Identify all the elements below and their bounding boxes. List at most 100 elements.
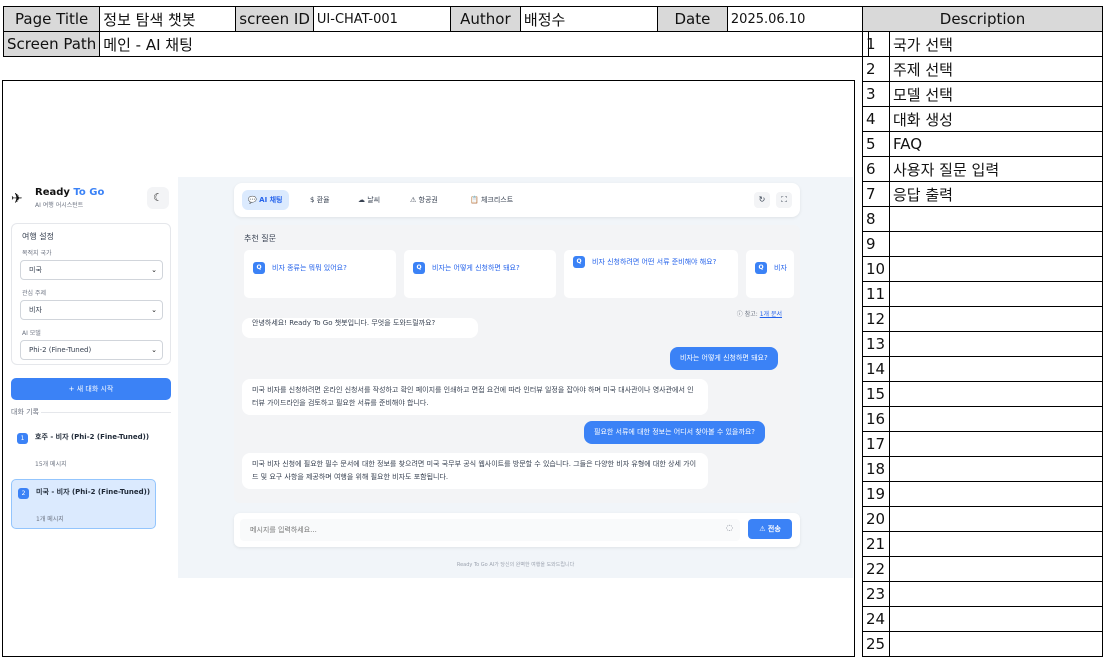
send-icon: ⚠ xyxy=(759,525,766,533)
chat-icon: 💬 xyxy=(248,196,257,204)
description-text: 응답 출력 xyxy=(889,181,1103,207)
recommend-card[interactable]: Q 비자는 어떻게 신청하면 돼요? xyxy=(404,250,556,298)
app-screenshot: ✈ Ready To Go AI 여행 어시스턴트 ☾ 여행 설정 목적지 국가… xyxy=(3,177,853,578)
user-message: 비자는 어떻게 신청하면 돼요? xyxy=(670,347,778,370)
settings-card: 여행 설정 목적지 국가 미국 ⌄ 관심 주제 비자 ⌄ AI 모델 Phi-2… xyxy=(11,223,171,365)
description-text xyxy=(889,331,1103,357)
description-text xyxy=(889,381,1103,407)
send-button[interactable]: ⚠ 전송 xyxy=(748,519,792,539)
description-number: 17 xyxy=(862,431,890,457)
settings-title: 여행 설정 xyxy=(22,232,54,241)
history-item[interactable]: 1 호주 - 비자 (Phi-2 (Fine-Tuned)) 15개 메시지 xyxy=(11,425,156,471)
description-number: 4 xyxy=(862,106,890,132)
description-text xyxy=(889,556,1103,582)
question-badge: Q xyxy=(253,262,265,274)
recommend-card[interactable]: Q 비자 신청하려면 어떤 서류 준비해야 해요? xyxy=(564,250,738,298)
page-title-label: Page Title xyxy=(2,6,101,32)
airplane-icon: ✈ xyxy=(11,191,23,207)
new-chat-button[interactable]: + 새 대화 시작 xyxy=(11,378,171,400)
tab-checklist[interactable]: 📋 체크리스트 xyxy=(464,190,519,210)
header-table: Page Title 정보 탐색 챗봇 screen ID UI-CHAT-00… xyxy=(2,6,869,57)
description-number: 8 xyxy=(862,206,890,232)
description-number: 15 xyxy=(862,381,890,407)
description-row: 20 xyxy=(862,506,1103,532)
model-select[interactable]: Phi-2 (Fine-Tuned) ⌄ xyxy=(20,340,163,360)
question-badge: Q xyxy=(573,256,585,268)
description-number: 19 xyxy=(862,481,890,507)
topic-label: 관심 주제 xyxy=(22,290,46,297)
tab-ai-chat[interactable]: 💬 AI 채팅 xyxy=(242,190,289,210)
tab-exchange[interactable]: $ 환율 xyxy=(304,190,336,210)
clipboard-icon: 📋 xyxy=(470,196,479,204)
history-item-count: 15개 메시지 xyxy=(35,461,67,468)
chevron-down-icon: ⌄ xyxy=(151,266,157,274)
history-badge: 1 xyxy=(17,433,28,444)
description-row: 11 xyxy=(862,281,1103,307)
description-number: 21 xyxy=(862,531,890,557)
description-row: 22 xyxy=(862,556,1103,582)
tab-flight[interactable]: ⚠ 항공권 xyxy=(404,190,444,210)
description-text xyxy=(889,506,1103,532)
description-row: 15 xyxy=(862,381,1103,407)
date-label: Date xyxy=(656,6,728,32)
description-row: 7 응답 출력 xyxy=(862,181,1103,207)
description-row: 5 FAQ xyxy=(862,131,1103,157)
recommend-card[interactable]: Q 비자 종류는 뭐뭐 있어요? xyxy=(244,250,396,298)
description-row: 9 xyxy=(862,231,1103,257)
history-title: 대화 기록 xyxy=(11,408,39,416)
fullscreen-button[interactable]: ⛶ xyxy=(776,192,792,208)
screen-id-label: screen ID xyxy=(235,6,314,32)
refresh-button[interactable]: ↻ xyxy=(754,192,770,208)
screen-frame: ✈ Ready To Go AI 여행 어시스턴트 ☾ 여행 설정 목적지 국가… xyxy=(2,80,855,657)
description-row: 17 xyxy=(862,431,1103,457)
description-row: 4 대화 생성 xyxy=(862,106,1103,132)
description-text: 대화 생성 xyxy=(889,106,1103,132)
description-text xyxy=(889,481,1103,507)
footer-text: Ready To Go AI가 당신의 완벽한 여행을 도와드립니다 xyxy=(456,562,575,568)
description-number: 9 xyxy=(862,231,890,257)
question-badge: Q xyxy=(413,262,425,274)
description-text xyxy=(889,456,1103,482)
description-number: 6 xyxy=(862,156,890,182)
description-row: 18 xyxy=(862,456,1103,482)
description-table: Description 1 국가 선택 2 주제 선택 3 모델 선택 4 대화 생성 5 FAQ… xyxy=(862,6,1103,657)
screen-path-label: Screen Path xyxy=(2,31,101,57)
description-row: 25 xyxy=(862,631,1103,657)
author-label: Author xyxy=(449,6,521,32)
description-row: 1 국가 선택 xyxy=(862,31,1103,57)
history-item-name: 미국 - 비자 (Phi-2 (Fine-Tuned)) xyxy=(36,488,151,496)
bot-message: 미국 비자 신청에 필요한 필수 문서에 대한 정보를 찾으려면 미국 국무부 … xyxy=(242,453,708,489)
plane-icon: ⚠ xyxy=(410,196,417,204)
description-number: 16 xyxy=(862,406,890,432)
sidebar: ✈ Ready To Go AI 여행 어시스턴트 ☾ 여행 설정 목적지 국가… xyxy=(3,177,177,578)
tab-weather[interactable]: ☁ 날씨 xyxy=(352,190,386,210)
description-row: 24 xyxy=(862,606,1103,632)
description-number: 13 xyxy=(862,331,890,357)
description-row: 23 xyxy=(862,581,1103,607)
reference-link[interactable]: 1개 문서 xyxy=(760,311,782,318)
chevron-down-icon: ⌄ xyxy=(151,346,157,354)
recommend-text: 비자 종류는 뭐뭐 있어요? xyxy=(272,264,347,272)
description-number: 3 xyxy=(862,81,890,107)
dark-mode-toggle[interactable]: ☾ xyxy=(147,187,169,209)
country-select-value: 미국 xyxy=(29,266,42,274)
topic-select[interactable]: 비자 ⌄ xyxy=(20,300,163,320)
chat-area: 추천 질문 Q 비자 종류는 뭐뭐 있어요? Q 비자는 어떻게 신청하면 돼요… xyxy=(234,225,800,503)
description-number: 23 xyxy=(862,581,890,607)
main-panel: 💬 AI 채팅 $ 환율 ☁ 날씨 ⚠ 항공권 📋 체크리스트 ↻ ⛶ 추천 질… xyxy=(178,177,853,578)
description-text xyxy=(889,606,1103,632)
history-item-active[interactable]: 2 미국 - 비자 (Phi-2 (Fine-Tuned)) 1개 메시지 xyxy=(11,479,156,529)
question-badge: Q xyxy=(755,262,767,274)
description-number: 24 xyxy=(862,606,890,632)
description-text xyxy=(889,356,1103,382)
recommend-card[interactable]: Q 비자 xyxy=(746,250,794,298)
recommend-title: 추천 질문 xyxy=(244,234,276,243)
message-input[interactable] xyxy=(240,519,740,541)
description-number: 11 xyxy=(862,281,890,307)
country-select[interactable]: 미국 ⌄ xyxy=(20,260,163,280)
description-number: 2 xyxy=(862,56,890,82)
description-text: 모델 선택 xyxy=(889,81,1103,107)
description-row: 16 xyxy=(862,406,1103,432)
description-text: FAQ xyxy=(889,131,1103,157)
input-bar: ◌ ⚠ 전송 xyxy=(234,513,800,547)
